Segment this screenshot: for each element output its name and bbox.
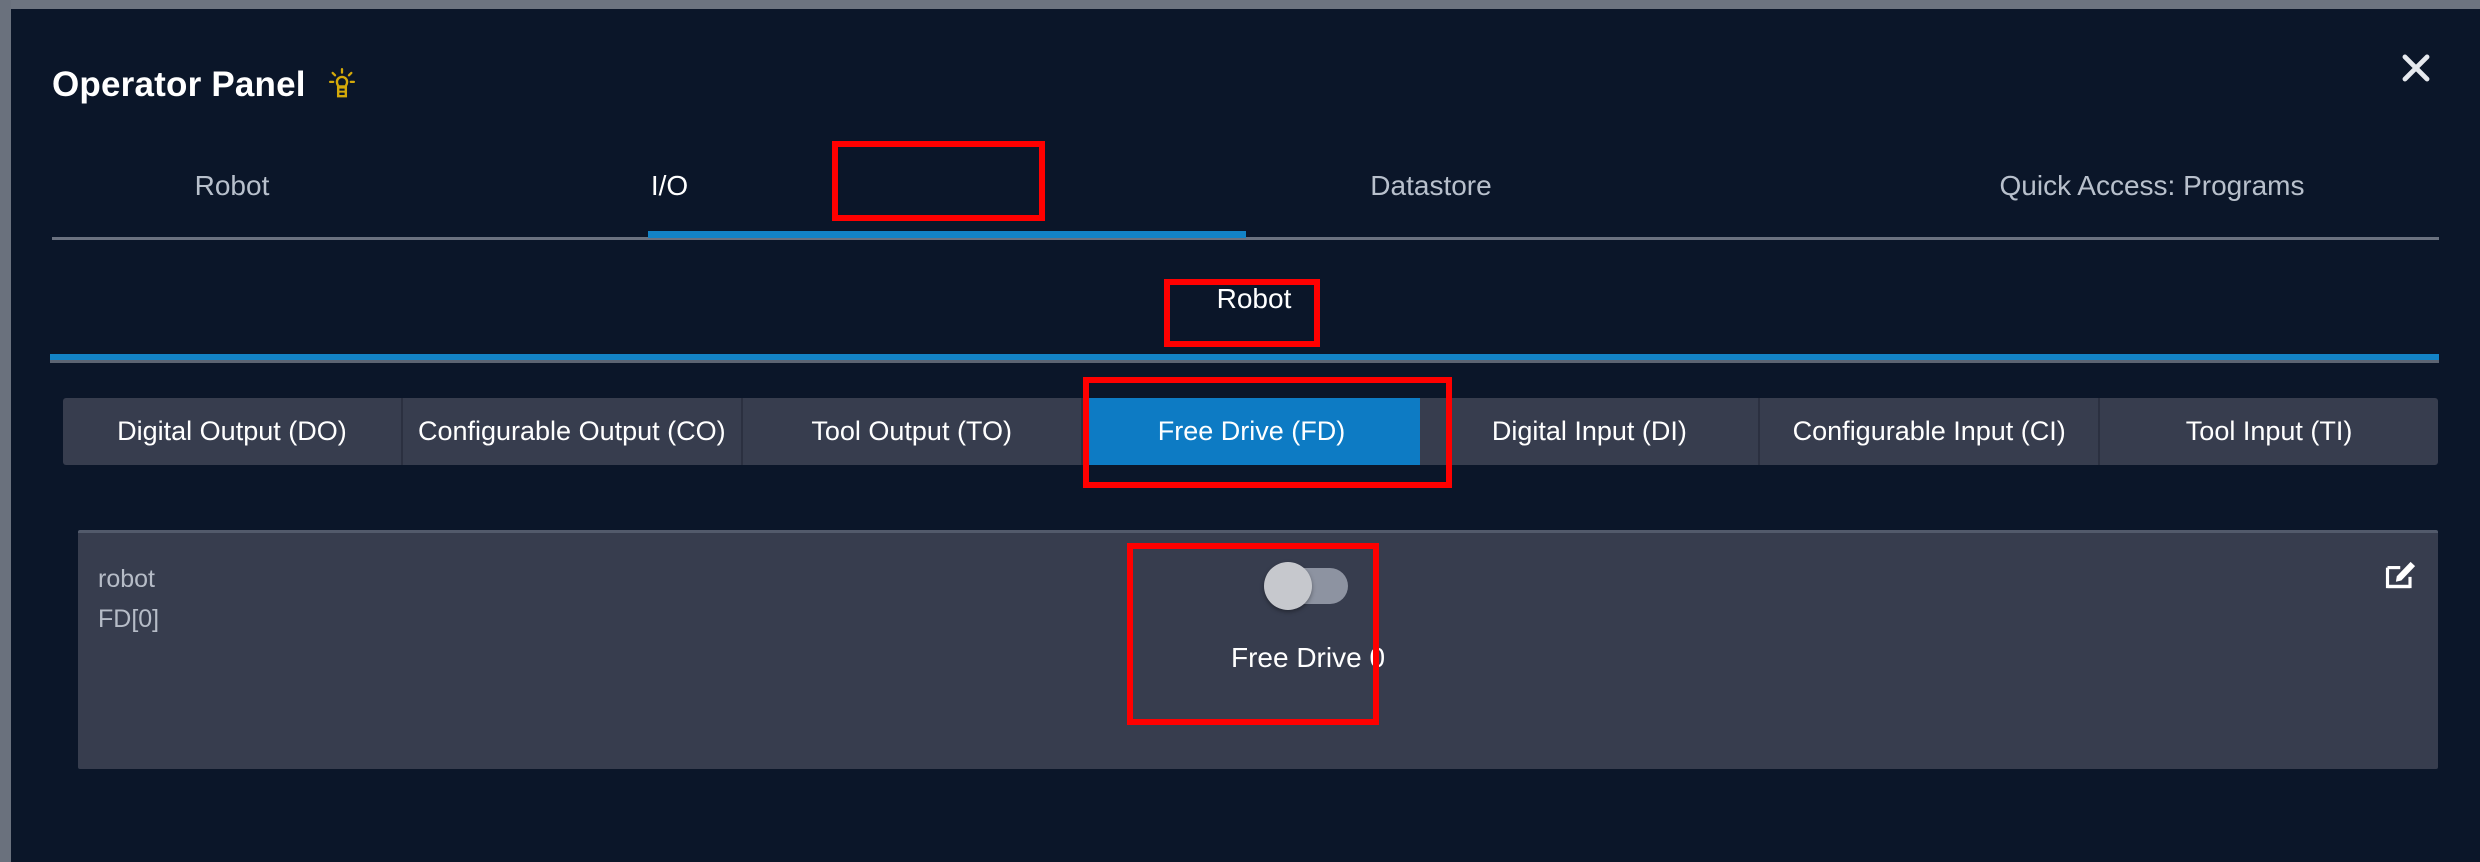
- sub-tab-bar: Robot: [11, 261, 2480, 347]
- edit-icon[interactable]: [2383, 555, 2419, 591]
- operator-panel-dialog: Operator Panel Robot I/O Datastore Quick…: [11, 9, 2480, 862]
- toggle-knob: [1264, 562, 1312, 610]
- io-type-tool-output[interactable]: Tool Output (TO): [743, 398, 1083, 465]
- tab-quick-access-programs[interactable]: Quick Access: Programs: [1902, 144, 2402, 228]
- close-button[interactable]: [2390, 42, 2442, 94]
- signal-address-label: FD[0]: [98, 605, 160, 633]
- main-tab-bar: Robot I/O Datastore Quick Access: Progra…: [52, 144, 2439, 233]
- free-drive-toggle[interactable]: [1264, 562, 1348, 610]
- sub-tab-divider: [50, 360, 2439, 363]
- page-title: Operator Panel: [52, 65, 306, 104]
- io-type-button-bar: Digital Output (DO) Configurable Output …: [63, 398, 2438, 465]
- io-type-configurable-input[interactable]: Configurable Input (CI): [1760, 398, 2101, 465]
- signal-source-label: robot: [98, 565, 155, 593]
- io-type-free-drive[interactable]: Free Drive (FD): [1082, 398, 1421, 465]
- io-signal-card: robot FD[0] Free Drive 0: [78, 530, 2438, 769]
- lightbulb-icon: [328, 67, 356, 98]
- tab-datastore[interactable]: Datastore: [1308, 144, 1554, 228]
- free-drive-toggle-label: Free Drive 0: [1230, 642, 1386, 673]
- tab-active-indicator: [648, 231, 1246, 238]
- io-type-digital-input[interactable]: Digital Input (DI): [1420, 398, 1761, 465]
- io-type-tool-input[interactable]: Tool Input (TI): [2100, 398, 2438, 465]
- close-icon: [2402, 54, 2430, 82]
- io-type-digital-output[interactable]: Digital Output (DO): [63, 398, 403, 465]
- background-strip-left: [0, 0, 11, 862]
- tab-robot[interactable]: Robot: [52, 144, 412, 228]
- io-type-configurable-output[interactable]: Configurable Output (CO): [403, 398, 743, 465]
- subtab-robot[interactable]: Robot: [1179, 269, 1329, 329]
- tab-io[interactable]: I/O: [548, 144, 791, 228]
- background-strip-top: [0, 0, 2480, 9]
- dialog-header: Operator Panel: [11, 9, 2480, 144]
- free-drive-toggle-group: Free Drive 0: [1183, 547, 1433, 707]
